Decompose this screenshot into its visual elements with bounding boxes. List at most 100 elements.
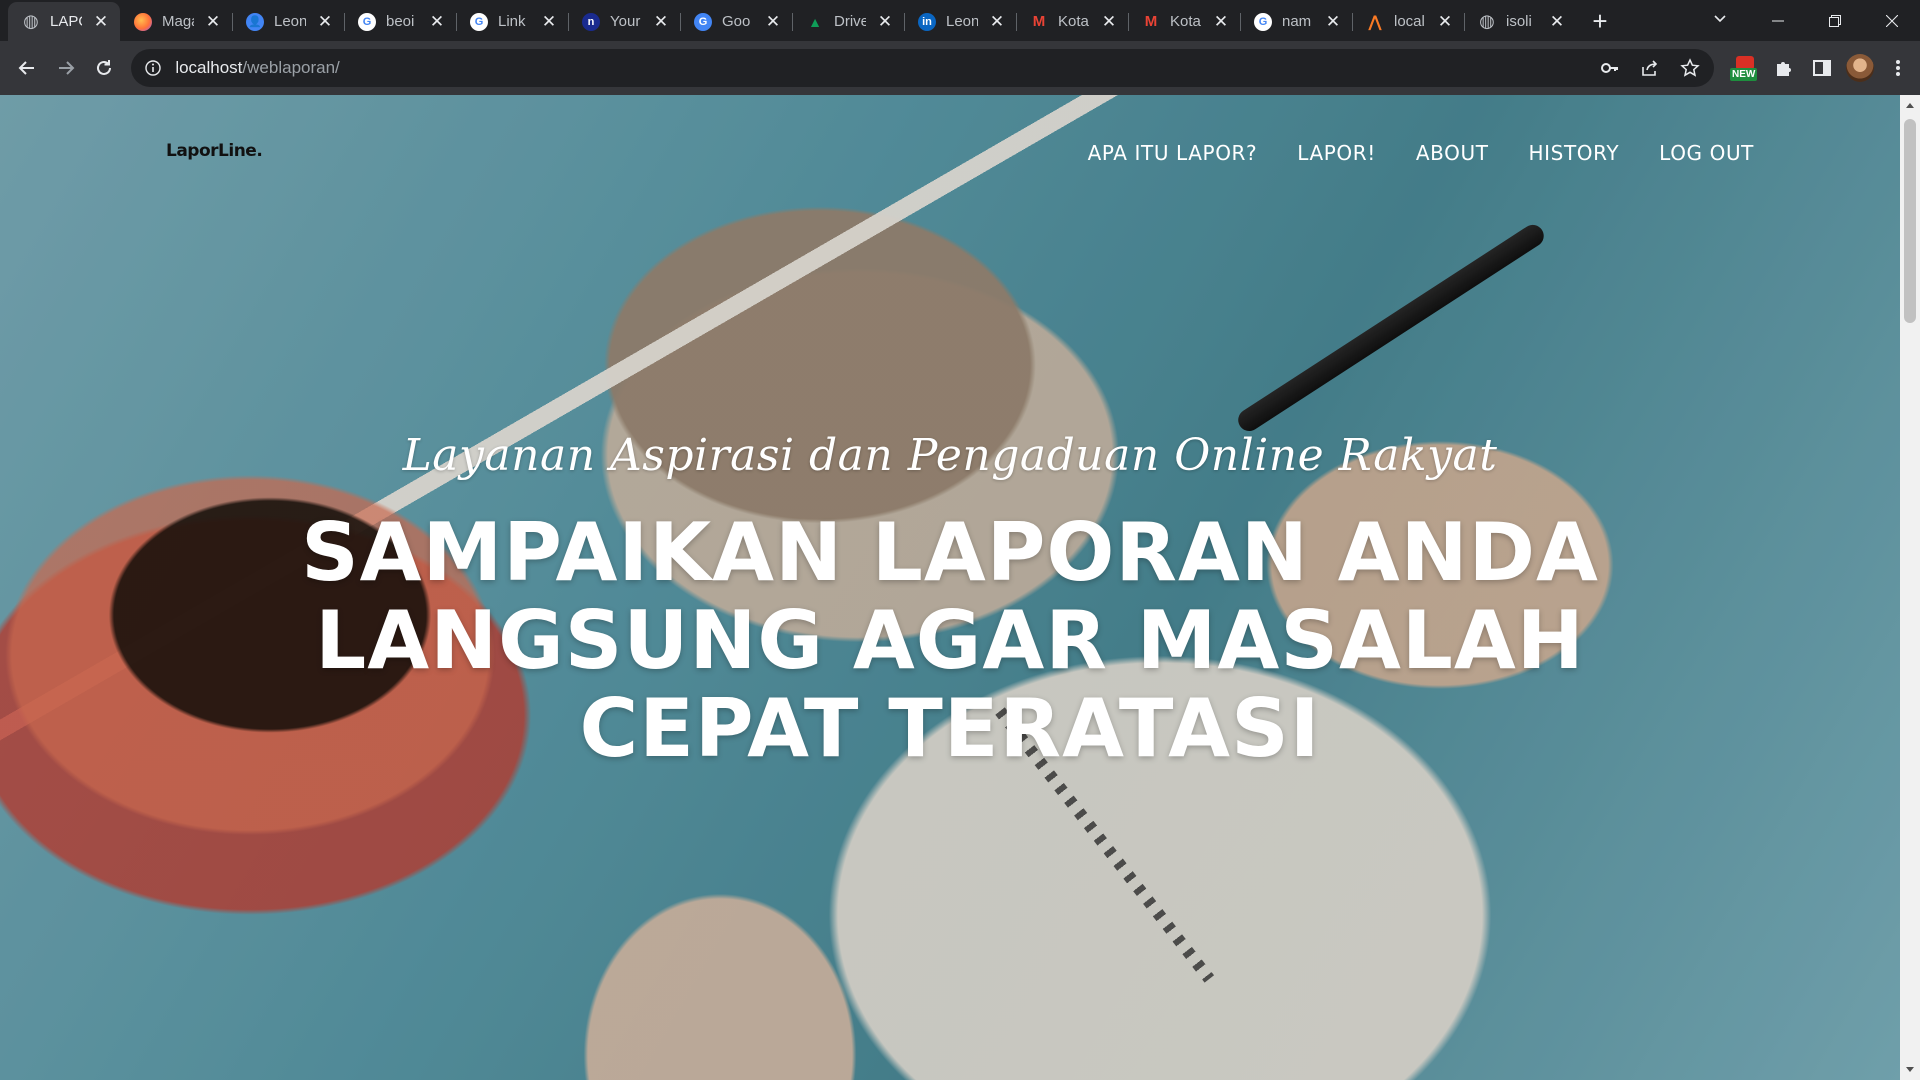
gmail-icon: M xyxy=(1144,13,1158,30)
user-icon: 👤 xyxy=(246,12,264,31)
tab-close-icon[interactable]: ✕ xyxy=(1436,12,1454,31)
browser-menu-button[interactable] xyxy=(1884,54,1912,82)
xampp-icon: ⋀ xyxy=(1368,13,1382,31)
scroll-up-arrow-icon[interactable] xyxy=(1906,103,1914,108)
url-host: localhost xyxy=(175,58,243,77)
browser-tab[interactable]: n Your ✕ xyxy=(568,2,680,41)
tab-title: Link xyxy=(498,13,526,30)
browser-tab[interactable]: G Goo ✕ xyxy=(680,2,792,41)
url-path: /weblaporan/ xyxy=(242,58,340,77)
browser-tab[interactable]: ◍ LAPOR ✕ xyxy=(8,2,120,41)
key-icon xyxy=(1601,63,1618,73)
browser-tab[interactable]: 👤 Leon ✕ xyxy=(232,2,344,41)
tab-close-icon[interactable]: ✕ xyxy=(1324,12,1342,31)
tab-close-icon[interactable]: ✕ xyxy=(1100,12,1118,31)
tab-close-icon[interactable]: ✕ xyxy=(428,12,446,31)
close-window-button[interactable] xyxy=(1863,0,1920,41)
browser-tab[interactable]: M Kota ✕ xyxy=(1016,2,1128,41)
google-icon: G xyxy=(358,12,376,31)
tab-title: LAPOR xyxy=(50,13,82,30)
nav-item-about[interactable]: ABOUT xyxy=(1416,141,1489,165)
new-badge: NEW xyxy=(1730,68,1758,81)
bookmark-button[interactable] xyxy=(1676,54,1704,82)
tab-close-icon[interactable]: ✕ xyxy=(540,12,558,31)
browser-tab[interactable]: ◍ isoli ✕ xyxy=(1464,2,1576,41)
firefox-icon xyxy=(134,12,152,31)
restore-button[interactable] xyxy=(1806,0,1863,41)
tab-title: Drive xyxy=(834,13,866,30)
browser-toolbar: localhost/weblaporan/ NEW xyxy=(0,41,1920,95)
nav-item-lapor[interactable]: LAPOR! xyxy=(1297,141,1376,165)
google-icon: G xyxy=(470,12,488,31)
tab-search-button[interactable] xyxy=(1706,4,1734,34)
tab-close-icon[interactable]: ✕ xyxy=(1548,12,1566,31)
tab-title: Leon xyxy=(274,13,306,30)
nav-item-apa-itu-lapor[interactable]: APA ITU LAPOR? xyxy=(1088,141,1258,165)
tab-title: isoli xyxy=(1506,13,1532,30)
tab-list: ◍LAPOR✕Magang✕👤Leon✕Gbeoi✕GLink✕nYour✕GG… xyxy=(0,2,1576,41)
tab-close-icon[interactable]: ✕ xyxy=(316,12,334,31)
scroll-down-arrow-icon[interactable] xyxy=(1906,1067,1914,1072)
extensions-button[interactable] xyxy=(1770,54,1798,82)
tab-title: local xyxy=(1394,13,1425,30)
globe-icon: ◍ xyxy=(1479,11,1495,31)
tab-title: Goo xyxy=(722,13,751,30)
tab-close-icon[interactable]: ✕ xyxy=(1212,12,1230,31)
linkedin-icon: in xyxy=(918,12,936,31)
tab-close-icon[interactable]: ✕ xyxy=(764,12,782,31)
tab-title: Kota xyxy=(1058,13,1089,30)
site-logo[interactable]: LaporLine. xyxy=(166,141,263,161)
close-icon xyxy=(1885,14,1898,27)
tab-close-icon[interactable]: ✕ xyxy=(92,12,110,31)
forward-button[interactable] xyxy=(46,48,84,88)
hero-section: Layanan Aspirasi dan Pengaduan Online Ra… xyxy=(0,430,1900,773)
nav-item-history[interactable]: HISTORY xyxy=(1529,141,1620,165)
side-panel-icon xyxy=(1813,60,1831,76)
browser-tab[interactable]: Gbeoi ✕ xyxy=(344,2,456,41)
address-bar[interactable]: localhost/weblaporan/ xyxy=(131,49,1714,87)
browser-tab[interactable]: G Link ✕ xyxy=(456,2,568,41)
browser-tab[interactable]: Magang ✕ xyxy=(120,2,232,41)
tab-title: Your xyxy=(610,13,641,30)
nav-item-log-out[interactable]: LOG OUT xyxy=(1659,141,1754,165)
site-nav-menu: APA ITU LAPOR? LAPOR! ABOUT HISTORY LOG … xyxy=(1088,141,1754,165)
extension-new-button[interactable]: NEW xyxy=(1730,53,1760,83)
share-button[interactable] xyxy=(1636,54,1664,82)
more-vert-icon xyxy=(1896,60,1900,76)
toolbar-actions: NEW xyxy=(1730,53,1912,83)
reload-icon xyxy=(97,60,112,75)
password-key-button[interactable] xyxy=(1596,54,1624,82)
back-button[interactable] xyxy=(8,48,46,88)
tab-title: Magang xyxy=(162,13,194,30)
arrow-left-icon xyxy=(18,61,35,75)
hero-headline: SAMPAIKAN LAPORAN ANDA LANGSUNG AGAR MAS… xyxy=(301,506,1599,775)
browser-tab[interactable]: in Leon ✕ xyxy=(904,2,1016,41)
tab-title: nam xyxy=(1282,13,1312,30)
tab-title: Leon xyxy=(946,13,978,30)
info-icon[interactable] xyxy=(145,60,162,76)
tab-title: Kota xyxy=(1170,13,1201,30)
browser-tab[interactable]: ▲ Drive ✕ xyxy=(792,2,904,41)
chevron-down-icon xyxy=(1714,15,1726,23)
minimize-button[interactable] xyxy=(1749,0,1806,41)
page-scrollbar[interactable] xyxy=(1900,95,1920,1080)
side-panel-button[interactable] xyxy=(1808,54,1836,82)
drive-icon: ▲ xyxy=(808,13,822,30)
browser-tab[interactable]: M Kota ✕ xyxy=(1128,2,1240,41)
tab-close-icon[interactable]: ✕ xyxy=(204,12,222,31)
tab-close-icon[interactable]: ✕ xyxy=(876,12,894,31)
globe-icon: ◍ xyxy=(23,11,39,31)
tab-close-icon[interactable]: ✕ xyxy=(988,12,1006,31)
scrollbar-thumb[interactable] xyxy=(1904,119,1916,323)
tab-close-icon[interactable]: ✕ xyxy=(652,12,670,31)
site-header: LaporLine. APA ITU LAPOR? LAPOR! ABOUT H… xyxy=(0,95,1900,215)
profile-avatar[interactable] xyxy=(1846,54,1874,82)
url-text[interactable]: localhost/weblaporan/ xyxy=(175,58,339,78)
google-icon: G xyxy=(1254,12,1272,31)
reload-button[interactable] xyxy=(85,48,123,88)
browser-tab[interactable]: Gnam ✕ xyxy=(1240,2,1352,41)
new-tab-button[interactable]: + xyxy=(1582,3,1618,39)
window-controls xyxy=(1749,0,1920,41)
browser-tab[interactable]: ⋀ local ✕ xyxy=(1352,2,1464,41)
minimize-icon xyxy=(1771,20,1784,21)
